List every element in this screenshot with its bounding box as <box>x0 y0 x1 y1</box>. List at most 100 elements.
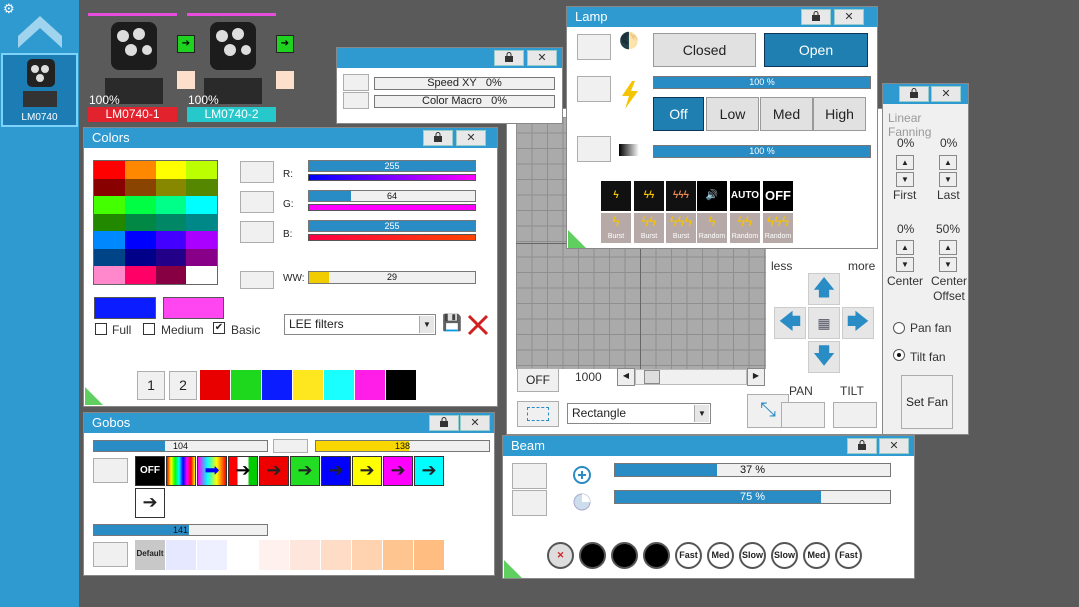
shutter-closed-button[interactable]: Closed <box>653 33 756 67</box>
close-icon[interactable]: ✕ <box>931 86 961 102</box>
color-warm-6[interactable] <box>414 540 444 570</box>
strobe-effect-1-icon[interactable]: ϟ <box>601 181 631 211</box>
effect-off-button[interactable]: OFF <box>763 181 793 211</box>
strobe-effect-2-icon[interactable]: ϟϟ <box>634 181 664 211</box>
default-color-button[interactable]: Default <box>135 540 165 570</box>
arrow-right-icon[interactable]: 🡆 <box>842 307 874 339</box>
random-2-button[interactable]: ϟϟ Random <box>730 213 760 243</box>
macro-reset-button[interactable] <box>343 92 369 109</box>
filter-dropdown[interactable]: LEE filters ▼ <box>284 314 436 335</box>
color-palette-grid[interactable] <box>93 160 218 285</box>
close-icon[interactable]: ✕ <box>456 130 486 146</box>
auto-button[interactable]: AUTO <box>730 181 760 211</box>
color-white[interactable] <box>228 540 258 570</box>
add-corner-icon[interactable] <box>568 230 586 248</box>
close-icon[interactable]: ✕ <box>527 50 557 66</box>
tilt-fan-radio[interactable] <box>893 349 905 361</box>
gobo-arrow-cyan-icon[interactable]: ➔ <box>414 456 444 486</box>
lock-icon[interactable] <box>423 130 453 146</box>
settings-gear-icon[interactable]: ⚙ <box>3 2 17 16</box>
lock-icon[interactable] <box>847 438 877 454</box>
set-fan-button[interactable]: Set Fan <box>901 375 953 429</box>
previous-color-swatch[interactable] <box>163 297 224 319</box>
burst-2-button[interactable]: ϟϟ Burst <box>634 213 664 243</box>
color-warm-2[interactable] <box>290 540 320 570</box>
shutter-reset-button[interactable] <box>577 34 611 60</box>
center-icon[interactable]: ▦ <box>808 307 840 339</box>
fixture-2-arrow-icon[interactable]: ➔ <box>276 35 294 53</box>
fixture-2-moving-head-icon[interactable] <box>204 20 262 104</box>
random-1-button[interactable]: ϟ Random <box>697 213 727 243</box>
first-down-button[interactable]: ▼ <box>896 172 914 187</box>
green-reset-button[interactable] <box>240 191 274 213</box>
fixture-1-moving-head-icon[interactable] <box>105 20 163 104</box>
shutter-open-button[interactable]: Open <box>764 33 868 67</box>
rotate-fast-right-button[interactable]: Fast <box>835 542 862 569</box>
lock-icon[interactable] <box>429 415 459 431</box>
burst-3-button[interactable]: ϟϟϟ Burst <box>666 213 696 243</box>
color-warm-5[interactable] <box>383 540 413 570</box>
strobe-reset-button[interactable] <box>577 76 611 102</box>
fixture-1-arrow-icon[interactable]: ➔ <box>177 35 195 53</box>
center-up-button[interactable]: ▲ <box>896 240 914 255</box>
preset-cyan[interactable] <box>324 370 354 400</box>
page-2-button[interactable]: 2 <box>169 371 197 400</box>
delete-x-icon[interactable] <box>467 314 489 336</box>
lock-icon[interactable] <box>494 50 524 66</box>
position-slider-track[interactable] <box>635 369 747 385</box>
lock-icon[interactable] <box>801 9 831 25</box>
color-macro-bar[interactable]: Color Macro 0% <box>374 95 555 108</box>
color-warm-4[interactable] <box>352 540 382 570</box>
color-warm-3[interactable] <box>321 540 351 570</box>
offset-up-button[interactable]: ▲ <box>939 240 957 255</box>
close-icon[interactable]: ✕ <box>879 438 909 454</box>
shape-dropdown[interactable]: Rectangle ▼ <box>567 403 711 424</box>
color-light-blue-1[interactable] <box>166 540 196 570</box>
gobo-middle-button[interactable] <box>273 439 308 453</box>
red-bar[interactable]: 255 <box>308 160 476 172</box>
fixture-2-name[interactable]: LM0740-2 <box>187 107 276 122</box>
gobo-arrow-black-icon[interactable]: ➔ <box>135 488 165 518</box>
add-corner-icon[interactable] <box>85 387 103 405</box>
strobe-off-button[interactable]: Off <box>653 97 704 131</box>
red-reset-button[interactable] <box>240 161 274 183</box>
prism-1-icon[interactable] <box>579 542 606 569</box>
gobo2-bar[interactable]: 138 <box>315 440 490 452</box>
add-corner-icon[interactable] <box>504 560 522 578</box>
gobo-off-button[interactable]: OFF <box>135 456 165 486</box>
rotate-fast-left-button[interactable]: Fast <box>675 542 702 569</box>
preset-magenta[interactable] <box>355 370 385 400</box>
green-bar[interactable]: 64 <box>308 190 476 202</box>
preset-black[interactable] <box>386 370 416 400</box>
pan-fan-radio[interactable] <box>893 322 905 334</box>
prism-3-icon[interactable] <box>643 542 670 569</box>
focus-reset-button[interactable] <box>512 490 547 516</box>
gobo-arrow-red-icon[interactable]: ➔ <box>259 456 289 486</box>
preset-red[interactable] <box>200 370 230 400</box>
gobo1-reset-button[interactable] <box>93 458 128 483</box>
offset-down-button[interactable]: ▼ <box>939 257 957 272</box>
prism-off-icon[interactable]: ✕ <box>547 542 574 569</box>
last-up-button[interactable]: ▲ <box>939 155 957 170</box>
random-3-button[interactable]: ϟϟϟ Random <box>763 213 793 243</box>
tilt-button[interactable] <box>833 402 877 428</box>
basic-checkbox[interactable]: ✔ <box>213 322 225 334</box>
dimmer-bar[interactable]: 100 % <box>653 145 871 158</box>
strobe-high-button[interactable]: High <box>813 97 866 131</box>
rotate-slow-right-button[interactable]: Slow <box>771 542 798 569</box>
burst-1-button[interactable]: ϟ Burst <box>601 213 631 243</box>
chevron-up-icon[interactable] <box>16 14 64 52</box>
gobo2-reset-button[interactable] <box>93 542 128 567</box>
arrow-left-icon[interactable]: 🡄 <box>774 307 806 339</box>
gobo1-bar[interactable]: 104 <box>93 440 268 452</box>
save-icon[interactable]: 💾 <box>442 314 462 334</box>
fixture-group-lm0740[interactable]: LM0740 <box>1 53 78 127</box>
prism-2-icon[interactable] <box>611 542 638 569</box>
rotate-med-left-button[interactable]: Med <box>707 542 734 569</box>
preset-blue[interactable] <box>262 370 292 400</box>
lock-icon[interactable] <box>899 86 929 102</box>
arrow-up-icon[interactable]: 🡅 <box>808 273 840 305</box>
zoom-reset-button[interactable] <box>512 463 547 489</box>
selection-rect-button[interactable] <box>517 401 559 427</box>
arrow-down-icon[interactable]: 🡇 <box>808 341 840 373</box>
